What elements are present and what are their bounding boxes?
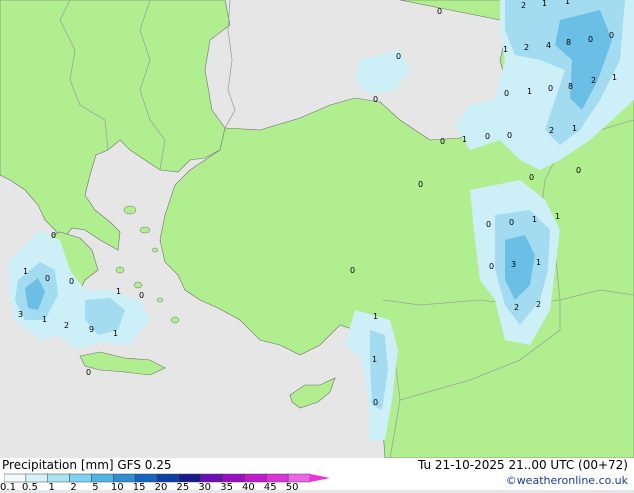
precip-label: 1 [503,45,508,54]
precip-label: 2 [549,126,554,135]
precip-label: 2 [591,76,596,85]
precip-label: 0 [529,173,534,182]
precip-label: 1 [373,312,378,321]
precip-label: 0 [396,52,401,61]
precip-label: 0 [418,180,423,189]
precip-label: 0 [486,220,491,229]
precip-label: 8 [568,82,573,91]
precip-label: 0 [437,7,442,16]
precip-label: 0 [489,262,494,271]
precip-label: 1 [555,212,560,221]
precip-label: 0 [373,95,378,104]
chart-title: Precipitation [mm] GFS 0.25 [2,458,172,472]
precip-label: 1 [572,124,577,133]
precip-label: 1 [536,258,541,267]
valid-time: Tu 21-10-2025 21..00 UTC (00+72) [417,458,628,472]
precip-label: 0 [373,398,378,407]
scale-tick-label: 10 [110,482,124,493]
scale-swatch [47,473,70,483]
precip-label: 0 [485,132,490,141]
precip-label: 0 [548,84,553,93]
precip-label: 2 [524,43,529,52]
precip-label: 2 [64,321,69,330]
scale-swatch [113,473,136,483]
scale-overflow-arrow [310,474,330,482]
scale-swatch [178,473,201,483]
scale-tick-label: 45 [263,482,277,493]
precip-label: 4 [546,41,551,50]
precip-label: 0 [45,274,50,283]
scale-swatch [266,473,289,483]
scale-swatch [287,473,311,483]
scale-swatch [134,473,158,483]
precip-label: 1 [462,135,467,144]
scale-tick-label: 15 [132,482,146,493]
precip-label: 1 [612,73,617,82]
scale-tick-label: 50 [285,482,299,493]
scale-tick-label: 30 [198,482,212,493]
scale-tick-label: 0.1 [0,482,16,493]
precip-label: 3 [18,310,23,319]
scale-tick-label: 35 [220,482,233,493]
credit-link[interactable]: ©weatheronline.co.uk [506,474,628,487]
precip-label: 3 [511,260,516,269]
scale-swatch [4,473,27,483]
precip-label: 1 [542,0,547,8]
precip-label: 2 [521,1,526,10]
precip-label: 0 [86,368,91,377]
scale-swatch [156,473,180,483]
precip-label: 0 [588,35,593,44]
precip-label: 0 [139,291,144,300]
precip-label: 1 [527,87,532,96]
precip-label: 0 [51,231,56,240]
precip-label: 0 [576,166,581,175]
scale-swatch [91,473,114,483]
precip-label: 0 [507,131,512,140]
precip-label: 8 [566,38,571,47]
precip-label: 0 [440,137,445,146]
precip-label: 1 [532,215,537,224]
scale-swatch [244,473,267,483]
precip-label: 1 [42,315,47,324]
precip-label: 1 [116,287,121,296]
scale-swatch [69,473,92,483]
legend-footer: Precipitation [mm] GFS 0.25 Tu 21-10-202… [0,458,634,493]
precip-label: 1 [23,267,28,276]
scale-tick-label: 20 [154,482,168,493]
precip-label: 1 [372,355,377,364]
precip-label: 2 [536,300,541,309]
precip-label: 0 [69,277,74,286]
scale-tick-label: 5 [92,482,99,493]
precip-label: 2 [514,303,519,312]
scale-swatch [222,473,245,483]
scale-swatch [25,473,48,483]
precip-label: 0 [350,266,355,275]
scale-tick-label: 0.5 [21,482,38,493]
scale-swatch [200,473,223,483]
scale-tick-label: 2 [70,482,77,493]
precip-label: 9 [89,325,94,334]
precip-label: 0 [509,218,514,227]
scale-tick-label: 40 [242,482,255,493]
precipitation-map: 2 1 1 0 1 2 4 8 0 0 0 1 0 0 8 2 0 0 1 0 … [0,0,634,458]
scale-tick-label: 25 [176,482,190,493]
precip-label: 0 [609,31,614,40]
precip-label: 0 [504,89,509,98]
scale-tick-label: 1 [48,482,55,493]
precip-label: 1 [113,329,118,338]
precip-label: 1 [565,0,570,6]
